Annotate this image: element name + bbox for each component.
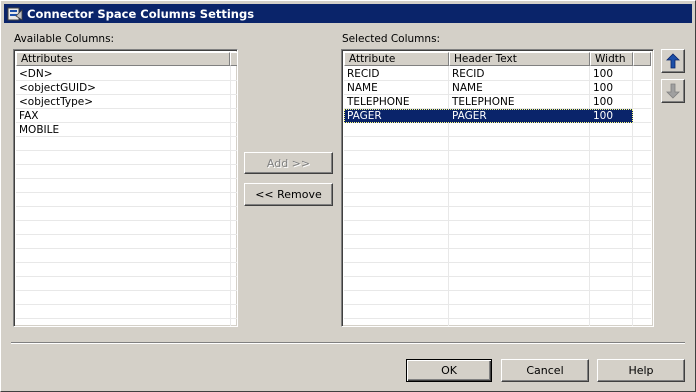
selected-columns-list[interactable]: Attribute Header Text Width RECID RECID 10… [341,49,654,327]
move-down-button[interactable] [661,79,685,103]
row-line [16,318,237,319]
list-item-label: <DN> [19,68,53,80]
cell-attribute: TELEPHONE [347,96,410,108]
arrow-up-icon [666,53,680,69]
column-header-attributes[interactable]: Attributes [16,52,230,66]
row-line [344,276,651,277]
row-line [344,318,651,319]
cell-header-text: TELEPHONE [452,96,515,108]
row-line [16,206,237,207]
list-item[interactable]: MOBILE [16,123,230,137]
cell-width: 100 [593,96,614,108]
row-line [344,248,651,249]
cell-attribute: RECID [347,68,380,80]
list-item[interactable]: <objectType> [16,95,230,109]
list-item-label: <objectGUID> [19,82,96,94]
connector-icon [7,7,23,21]
cell-width: 100 [593,110,614,122]
list-item-label: FAX [19,110,39,122]
column-header-width[interactable]: Width [590,52,633,66]
row-line [16,220,237,221]
separator [11,342,685,344]
row-line [344,304,651,305]
available-columns-list[interactable]: Attributes <DN> <objectGUID> <objectType> F… [13,49,238,327]
row-line [16,164,237,165]
row-line [16,150,237,151]
cell-header-text: PAGER [452,110,487,122]
row-line [16,248,237,249]
row-line [344,206,651,207]
row-line [344,136,651,137]
ok-button[interactable]: OK [406,359,492,382]
row-line [16,262,237,263]
move-up-button[interactable] [661,49,685,73]
list-item-label: MOBILE [19,124,60,136]
table-row[interactable]: NAME NAME 100 [344,81,633,95]
row-line [344,262,651,263]
add-button[interactable]: Add >> [244,152,333,174]
row-line [16,234,237,235]
table-row[interactable]: TELEPHONE TELEPHONE 100 [344,95,633,109]
remove-button[interactable]: << Remove [244,183,333,206]
row-line [344,192,651,193]
title-bar[interactable]: Connector Space Columns Settings [4,4,692,23]
row-line [344,234,651,235]
cell-attribute: NAME [347,82,378,94]
row-line [16,192,237,193]
cell-attribute: PAGER [347,110,382,122]
column-header-header-text[interactable]: Header Text [449,52,590,66]
column-header-attribute[interactable]: Attribute [344,52,449,66]
header-filler [230,52,237,66]
available-columns-label: Available Columns: [14,33,115,45]
cell-width: 100 [593,68,614,80]
row-line [344,164,651,165]
row-line [344,290,651,291]
cancel-button[interactable]: Cancel [501,359,589,382]
cell-header-text: RECID [452,68,485,80]
table-row[interactable]: RECID RECID 100 [344,67,633,81]
selected-columns-label: Selected Columns: [342,33,441,45]
dialog-window: Connector Space Columns Settings Availab… [0,0,696,392]
list-item-label: <objectType> [19,96,94,108]
column-divider [230,66,231,326]
row-line [344,150,651,151]
cell-width: 100 [593,82,614,94]
row-line [16,290,237,291]
table-row[interactable]: PAGER PAGER 100 [344,109,633,123]
row-line [344,220,651,221]
window-title: Connector Space Columns Settings [27,6,255,21]
row-line [16,276,237,277]
row-line [344,178,651,179]
row-line [16,178,237,179]
row-line [16,304,237,305]
list-item[interactable]: FAX [16,109,230,123]
list-item[interactable]: <objectGUID> [16,81,230,95]
help-button[interactable]: Help [597,359,685,382]
list-item[interactable]: <DN> [16,67,230,81]
arrow-down-icon [666,83,680,99]
cell-header-text: NAME [452,82,483,94]
header-filler [633,52,651,66]
